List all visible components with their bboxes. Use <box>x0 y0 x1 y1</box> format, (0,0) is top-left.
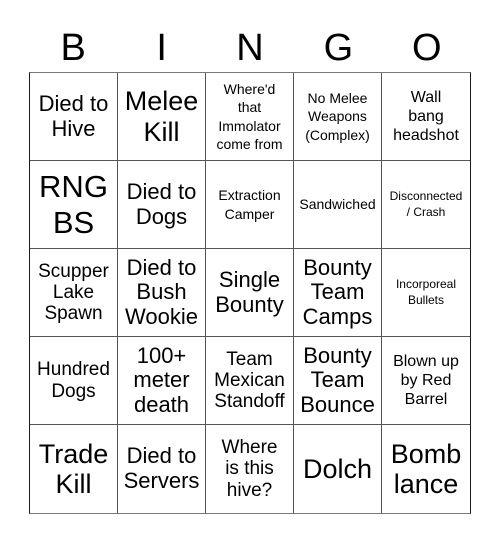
bingo-cell[interactable]: Died to Bush Wookie <box>118 249 206 337</box>
bingo-cell[interactable]: Died to Hive <box>30 73 118 161</box>
header-letter-o: O <box>412 27 442 69</box>
bingo-cell[interactable]: Incorporeal Bullets <box>382 249 470 337</box>
bingo-cell[interactable]: Single Bounty <box>206 249 294 337</box>
bingo-cell-text: Where is this hive? <box>221 437 278 501</box>
bingo-cell-text: Dolch <box>302 453 373 484</box>
bingo-cell[interactable]: Disconnected / Crash <box>382 161 470 249</box>
bingo-cell-text: No Melee Weapons (Complex) <box>305 90 370 143</box>
bingo-cell-text: Bomb lance <box>390 438 462 500</box>
bingo-card-grid: Died to Hive Melee Kill Where'd that Imm… <box>29 72 471 514</box>
bingo-cell[interactable]: Where is this hive? <box>206 425 294 513</box>
bingo-cell[interactable]: Extraction Camper <box>206 161 294 249</box>
bingo-cell-text: Melee Kill <box>124 86 199 147</box>
bingo-cell[interactable]: Wall bang headshot <box>382 73 470 161</box>
bingo-cell[interactable]: Bounty Team Camps <box>294 249 382 337</box>
bingo-cell[interactable]: Died to Servers <box>118 425 206 513</box>
bingo-cell[interactable]: Bounty Team Bounce <box>294 337 382 425</box>
bingo-cell[interactable]: Bomb lance <box>382 425 470 513</box>
bingo-cell[interactable]: Melee Kill <box>118 73 206 161</box>
bingo-cell-text: Bounty Team Bounce <box>300 342 375 417</box>
bingo-cell[interactable]: Team Mexican Standoff <box>206 337 294 425</box>
bingo-cell[interactable]: Died to Dogs <box>118 161 206 249</box>
bingo-cell-text: RNG BS <box>39 168 108 240</box>
bingo-cell[interactable]: Blown up by Red Barrel <box>382 337 470 425</box>
bingo-cell[interactable]: Sandwiched <box>294 161 382 249</box>
bingo-cell-text: Incorporeal Bullets <box>395 276 457 307</box>
bingo-header: B I N G O <box>29 24 471 72</box>
bingo-cell[interactable]: No Melee Weapons (Complex) <box>294 73 382 161</box>
bingo-cell-text: Died to Hive <box>38 90 109 141</box>
header-letter-i: I <box>156 27 167 69</box>
bingo-cell-text: Trade Kill <box>38 438 109 500</box>
header-letter-g: G <box>323 27 354 69</box>
bingo-cell-text: Died to Dogs <box>126 178 197 229</box>
bingo-cell-text: Where'd that Immolator come from <box>216 81 283 152</box>
bingo-cell[interactable]: RNG BS <box>30 161 118 249</box>
bingo-cell[interactable]: Trade Kill <box>30 425 118 513</box>
bingo-cell[interactable]: Hundred Dogs <box>30 337 118 425</box>
bingo-cell-text: Disconnected / Crash <box>389 188 463 219</box>
header-letter-n: N <box>236 27 264 69</box>
bingo-cell-text: Died to Bush Wookie <box>125 254 198 329</box>
bingo-cell-text: Scupper Lake Spawn <box>38 260 109 325</box>
bingo-cell-text: Team Mexican Standoff <box>214 348 285 413</box>
bingo-cell-text: 100+ meter death <box>133 342 190 417</box>
bingo-cell-text: Bounty Team Camps <box>302 254 373 329</box>
bingo-cell-text: Hundred Dogs <box>37 359 110 402</box>
bingo-cell-text: Wall bang headshot <box>393 88 459 145</box>
bingo-cell-text: Sandwiched <box>299 196 376 213</box>
bingo-cell-text: Blown up by Red Barrel <box>393 352 459 409</box>
bingo-cell[interactable]: Scupper Lake Spawn <box>30 249 118 337</box>
bingo-cell[interactable]: Dolch <box>294 425 382 513</box>
bingo-cell-text: Single Bounty <box>215 266 284 317</box>
bingo-cell-text: Extraction Camper <box>218 187 281 222</box>
bingo-cell[interactable]: 100+ meter death <box>118 337 206 425</box>
header-letter-b: B <box>60 27 86 69</box>
bingo-cell-text: Died to Servers <box>123 443 200 493</box>
bingo-cell[interactable]: Where'd that Immolator come from <box>206 73 294 161</box>
